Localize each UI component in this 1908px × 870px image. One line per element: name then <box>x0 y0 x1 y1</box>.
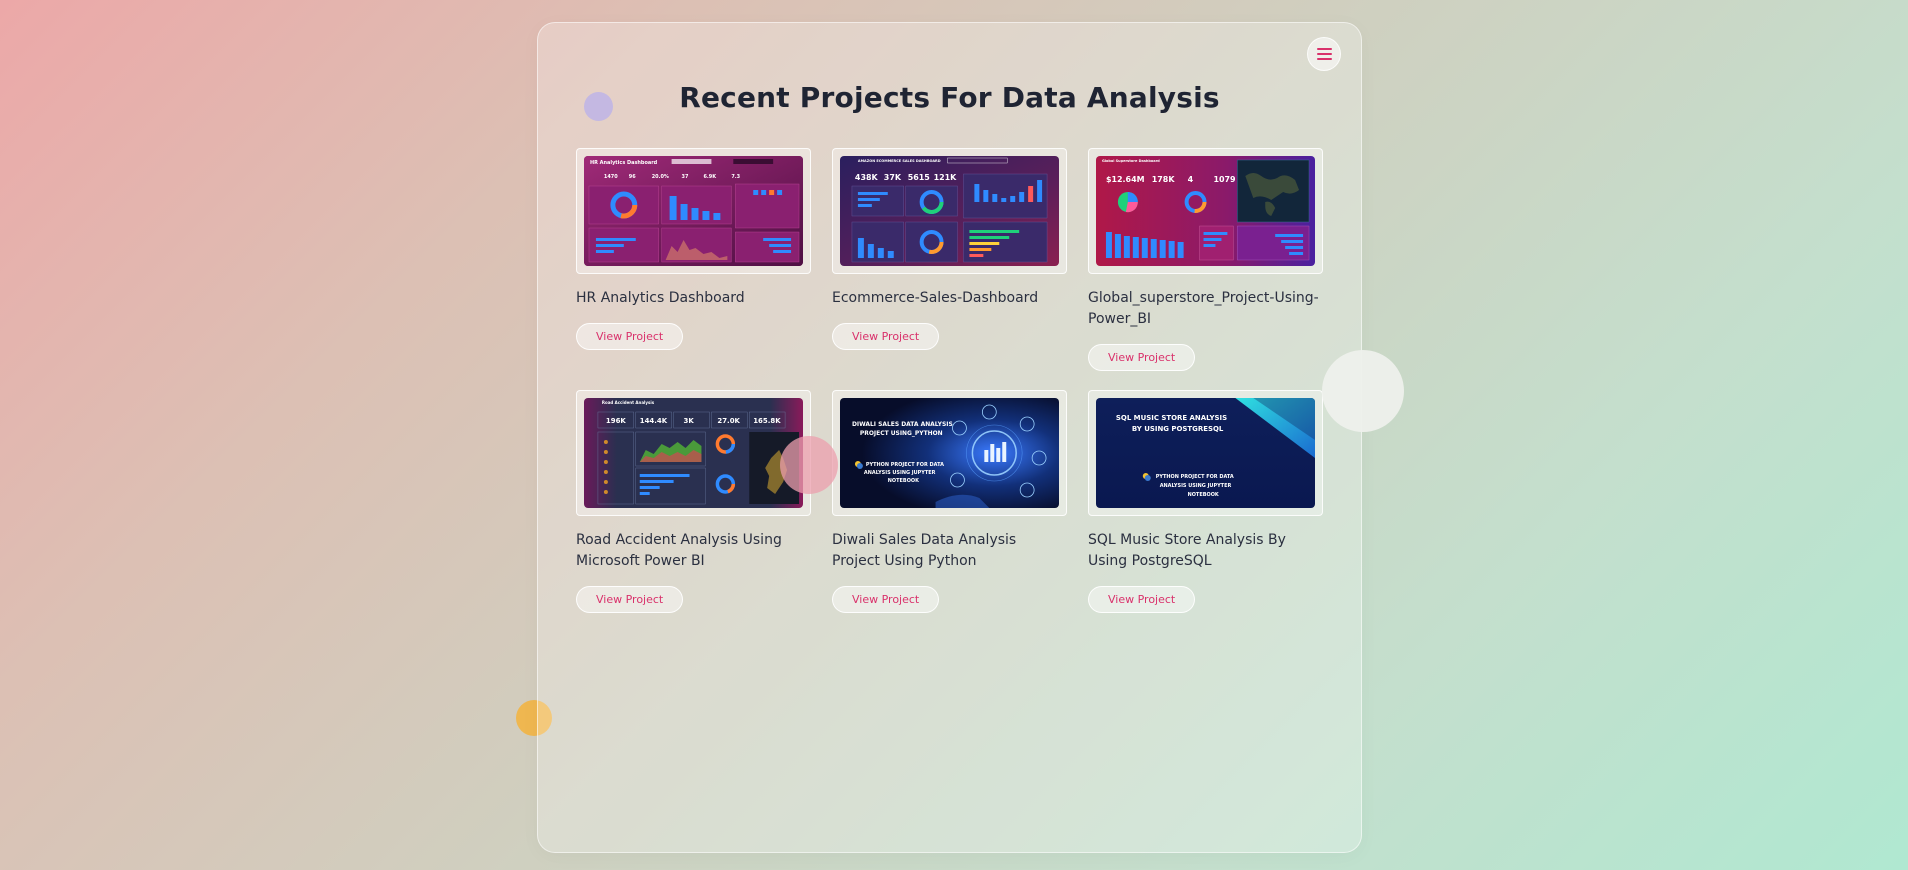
view-project-button[interactable]: View Project <box>576 586 684 613</box>
thumbnail-heading: PROJECT USING_PYTHON <box>860 430 943 437</box>
project-thumbnail[interactable]: DIWALI SALES DATA ANALYSIS PROJECT USING… <box>832 390 1067 516</box>
thumbnail-heading: BY USING POSTGRESQL <box>1132 425 1224 433</box>
kpi-value: 37K <box>884 173 902 182</box>
kpi-value: 5615 <box>908 173 930 182</box>
kpi-value: 144.4K <box>640 417 668 425</box>
project-thumbnail[interactable]: HR Analytics Dashboard 1470 96 20.0% 37 … <box>576 148 811 274</box>
superstore-dashboard-image: Global Superstore Dashboard $12.64M 178K… <box>1096 156 1315 266</box>
project-thumbnail[interactable]: Road Accident Analysis 196K 144.4K 3K 27… <box>576 390 811 516</box>
project-card-hr-analytics: HR Analytics Dashboard 1470 96 20.0% 37 … <box>576 148 811 390</box>
thumbnail-subheading: PYTHON PROJECT FOR DATA <box>866 462 944 468</box>
kpi-value: 196K <box>606 417 626 425</box>
kpi-value: 37 <box>682 174 689 180</box>
kpi-value: 178K <box>1152 175 1176 184</box>
kpi-value: $12.64M <box>1106 175 1145 184</box>
view-project-button[interactable]: View Project <box>832 323 940 350</box>
kpi-value: 20.0% <box>652 174 669 180</box>
decorative-bubble-pink <box>780 436 838 494</box>
road-accident-dashboard-image: Road Accident Analysis 196K 144.4K 3K 27… <box>584 398 803 508</box>
project-name: Road Accident Analysis Using Microsoft P… <box>576 532 782 569</box>
project-name: SQL Music Store Analysis By Using Postgr… <box>1088 532 1286 569</box>
project-name: Global_superstore_Project-Using-Power_BI <box>1088 290 1319 327</box>
thumbnail-heading: HR Analytics Dashboard <box>590 160 658 166</box>
project-card-road-accident: Road Accident Analysis 196K 144.4K 3K 27… <box>576 390 811 622</box>
kpi-value: 4 <box>1188 175 1194 184</box>
project-card-global-superstore: Global Superstore Dashboard $12.64M 178K… <box>1088 148 1323 390</box>
thumbnail-subheading: NOTEBOOK <box>1188 492 1219 498</box>
kpi-value: 121K <box>934 173 958 182</box>
view-project-button[interactable]: View Project <box>832 586 940 613</box>
thumbnail-heading: SQL MUSIC STORE ANALYSIS <box>1116 414 1227 422</box>
thumbnail-heading: AMAZON ECOMMERCE SALES DASHBOARD <box>858 159 941 163</box>
view-project-button[interactable]: View Project <box>1088 344 1196 371</box>
project-thumbnail[interactable]: SQL MUSIC STORE ANALYSIS BY USING POSTGR… <box>1088 390 1323 516</box>
kpi-value: 6.9K <box>703 174 716 180</box>
project-grid: HR Analytics Dashboard 1470 96 20.0% 37 … <box>576 148 1323 622</box>
ecommerce-dashboard-image: AMAZON ECOMMERCE SALES DASHBOARD 438K 37… <box>840 156 1059 266</box>
project-card-diwali-sales: DIWALI SALES DATA ANALYSIS PROJECT USING… <box>832 390 1067 622</box>
kpi-value: 1470 <box>604 174 618 180</box>
project-card-sql-music-store: SQL MUSIC STORE ANALYSIS BY USING POSTGR… <box>1088 390 1323 622</box>
thumbnail-subheading: ANALYSIS USING JUPYTER <box>1160 483 1232 489</box>
hr-dashboard-image: HR Analytics Dashboard 1470 96 20.0% 37 … <box>584 156 803 266</box>
view-project-button[interactable]: View Project <box>1088 586 1196 613</box>
page-title: Recent Projects For Data Analysis <box>679 81 1220 114</box>
thumbnail-subheading: PYTHON PROJECT FOR DATA <box>1156 474 1234 480</box>
kpi-value: 165.8K <box>753 417 781 425</box>
view-project-button[interactable]: View Project <box>576 323 684 350</box>
thumbnail-heading: Global Superstore Dashboard <box>1102 159 1160 163</box>
project-name: Diwali Sales Data Analysis Project Using… <box>832 532 1017 569</box>
hamburger-menu-icon[interactable] <box>1307 37 1341 71</box>
thumbnail-subheading: ANALYSIS USING JUPYTER <box>864 470 936 476</box>
project-card-ecommerce: AMAZON ECOMMERCE SALES DASHBOARD 438K 37… <box>832 148 1067 390</box>
project-name: HR Analytics Dashboard <box>576 290 745 306</box>
kpi-value: 438K <box>855 173 879 182</box>
kpi-value: 3K <box>684 417 695 425</box>
diwali-sales-image: DIWALI SALES DATA ANALYSIS PROJECT USING… <box>840 398 1059 508</box>
kpi-value: 96 <box>629 174 636 180</box>
project-name: Ecommerce-Sales-Dashboard <box>832 290 1039 306</box>
kpi-value: 27.0K <box>717 417 740 425</box>
project-thumbnail[interactable]: AMAZON ECOMMERCE SALES DASHBOARD 438K 37… <box>832 148 1067 274</box>
decorative-bubble-white <box>1322 350 1404 432</box>
kpi-value: 1079 <box>1213 175 1236 184</box>
thumbnail-heading: DIWALI SALES DATA ANALYSIS <box>852 421 953 428</box>
projects-panel: Recent Projects For Data Analysis HR Ana… <box>537 22 1362 853</box>
sql-music-store-image: SQL MUSIC STORE ANALYSIS BY USING POSTGR… <box>1096 398 1315 508</box>
project-thumbnail[interactable]: Global Superstore Dashboard $12.64M 178K… <box>1088 148 1323 274</box>
thumbnail-heading: Road Accident Analysis <box>602 400 655 405</box>
kpi-value: 7.3 <box>731 174 740 180</box>
thumbnail-subheading: NOTEBOOK <box>888 478 919 484</box>
